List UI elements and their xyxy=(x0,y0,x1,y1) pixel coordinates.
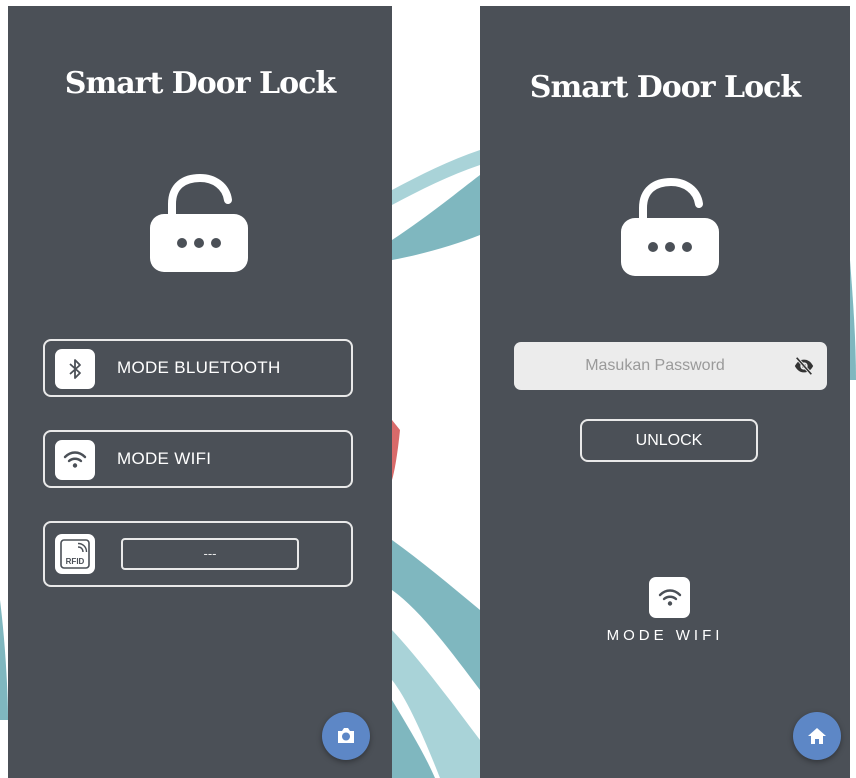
rfid-icon: RFID xyxy=(55,534,95,574)
wifi-mode-label: MODE WIFI xyxy=(117,449,212,468)
app-title: Smart Door Lock xyxy=(529,70,801,105)
password-input[interactable] xyxy=(514,342,784,390)
camera-icon xyxy=(338,728,354,743)
current-mode-label: MODE WIFI xyxy=(606,627,724,644)
app-title: Smart Door Lock xyxy=(64,66,336,101)
wifi-mode-button[interactable]: MODE WIFI xyxy=(43,430,353,488)
bluetooth-mode-label: MODE BLUETOOTH xyxy=(117,358,281,377)
rfid-value-field: --- xyxy=(121,538,299,570)
home-icon xyxy=(808,728,826,744)
lock-icon xyxy=(621,178,719,276)
bluetooth-mode-button[interactable]: MODE BLUETOOTH xyxy=(43,339,353,397)
home-button[interactable] xyxy=(793,712,841,760)
svg-text:RFID: RFID xyxy=(66,557,85,566)
password-field xyxy=(514,342,827,390)
wifi-icon xyxy=(649,577,690,618)
bluetooth-icon xyxy=(55,349,95,389)
wifi-icon xyxy=(55,440,95,480)
camera-button[interactable] xyxy=(322,712,370,760)
rfid-mode-button[interactable]: RFID --- xyxy=(43,521,353,587)
wifi-mode-screen: Smart Door Lock UNLOCK MODE WIFI xyxy=(480,6,850,778)
lock-icon xyxy=(150,174,248,272)
bluetooth-mode-screen: Smart Door Lock MODE BLUETOOTH MODE WIFI xyxy=(8,6,392,778)
eye-off-icon[interactable] xyxy=(793,355,815,377)
unlock-button[interactable]: UNLOCK xyxy=(580,419,758,462)
